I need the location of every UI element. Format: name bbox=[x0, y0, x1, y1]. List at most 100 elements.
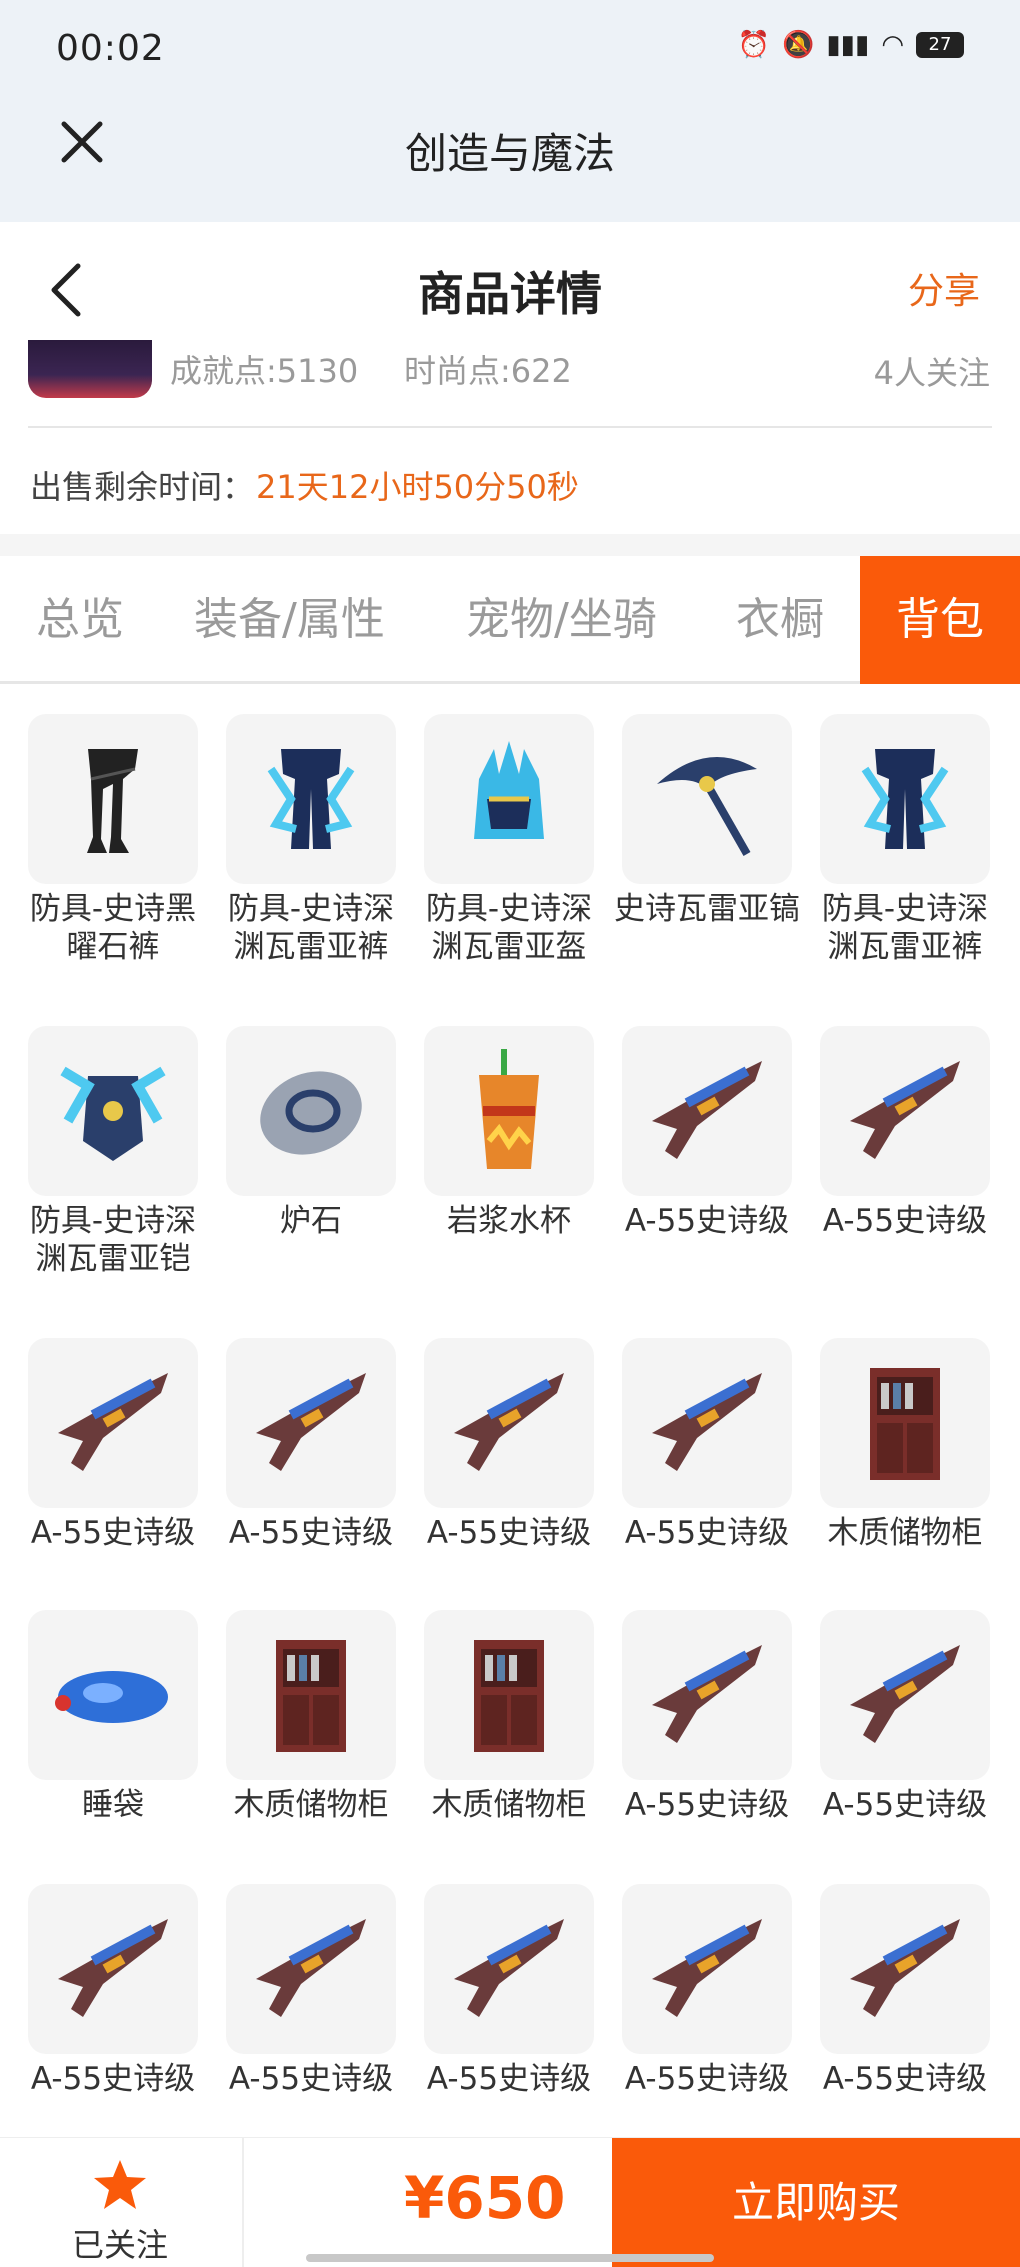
item-name: A-55史诗级 bbox=[624, 2061, 790, 2097]
buy-now-button[interactable]: 立即购买 bbox=[612, 2138, 1020, 2267]
item-thumbnail bbox=[226, 1884, 396, 2054]
item-thumbnail bbox=[424, 714, 594, 884]
item-thumbnail bbox=[820, 1338, 990, 1508]
item-name: A-55史诗级 bbox=[624, 1515, 790, 1551]
backpack-item[interactable]: A-55史诗级 bbox=[820, 1026, 990, 1240]
backpack-item[interactable]: 防具-史诗深渊瓦雷亚铠 bbox=[28, 1026, 198, 1278]
gun-icon bbox=[652, 1919, 762, 2017]
tab-backpack[interactable]: 背包 bbox=[860, 556, 1020, 684]
backpack-item[interactable]: 木质储物柜 bbox=[226, 1610, 396, 1824]
gun-icon bbox=[256, 1373, 366, 1471]
alarm-icon: ⏰ bbox=[737, 30, 770, 60]
backpack-item[interactable]: 防具-史诗深渊瓦雷亚盔 bbox=[424, 714, 594, 966]
divider bbox=[28, 426, 992, 428]
item-thumbnail bbox=[820, 1610, 990, 1780]
item-thumbnail bbox=[820, 714, 990, 884]
item-name: 防具-史诗深渊瓦雷亚裤 bbox=[227, 891, 395, 965]
status-time: 00:02 bbox=[56, 28, 165, 69]
item-thumbnail bbox=[622, 1610, 792, 1780]
mute-icon: 🔕 bbox=[782, 30, 815, 60]
backpack-item[interactable]: 炉石 bbox=[226, 1026, 396, 1240]
item-name: 防具-史诗深渊瓦雷亚盔 bbox=[425, 891, 593, 965]
backpack-item[interactable]: A-55史诗级 bbox=[622, 1026, 792, 1240]
gun-icon bbox=[58, 1919, 168, 2017]
follower-count: 4人关注 bbox=[873, 354, 990, 392]
armor-abyss-icon bbox=[60, 1066, 166, 1161]
share-button[interactable]: 分享 bbox=[908, 262, 980, 314]
backpack-item[interactable]: A-55史诗级 bbox=[424, 1338, 594, 1552]
item-name: A-55史诗级 bbox=[822, 1787, 988, 1823]
tab-pets-mounts[interactable]: 宠物/坐骑 bbox=[466, 556, 657, 684]
hearthstone-icon bbox=[260, 1071, 362, 1155]
backpack-item[interactable]: 岩浆水杯 bbox=[424, 1026, 594, 1240]
sleeping-bag-icon bbox=[55, 1671, 168, 1723]
tab-overview[interactable]: 总览 bbox=[36, 556, 124, 684]
backpack-item[interactable]: 史诗瓦雷亚镐 bbox=[614, 714, 800, 928]
item-thumbnail bbox=[226, 714, 396, 884]
status-icons: ⏰ 🔕 ▮▮▮ ◠ 27 bbox=[738, 30, 964, 60]
item-name: A-55史诗级 bbox=[30, 1515, 196, 1551]
follow-button[interactable]: 已关注 bbox=[60, 2158, 180, 2266]
tab-bar: 总览 装备/属性 宠物/坐骑 衣橱 背包 bbox=[0, 556, 1020, 684]
backpack-item[interactable]: A-55史诗级 bbox=[226, 1884, 396, 2098]
backpack-item[interactable]: A-55史诗级 bbox=[28, 1338, 198, 1552]
helmet-abyss-icon bbox=[474, 741, 544, 839]
item-thumbnail bbox=[622, 1338, 792, 1508]
item-name: A-55史诗级 bbox=[426, 2061, 592, 2097]
fashion-points: 时尚点:622 bbox=[404, 352, 572, 390]
signal-icon: ▮▮▮ bbox=[826, 30, 870, 60]
item-name: A-55史诗级 bbox=[228, 1515, 394, 1551]
page-header: 商品详情 分享 bbox=[0, 222, 1020, 350]
backpack-item[interactable]: A-55史诗级 bbox=[820, 1610, 990, 1824]
battery-icon: 27 bbox=[916, 32, 964, 58]
item-name: A-55史诗级 bbox=[822, 1203, 988, 1239]
price: ¥650 bbox=[404, 2164, 566, 2232]
divider bbox=[242, 2138, 244, 2267]
backpack-item[interactable]: A-55史诗级 bbox=[622, 1610, 792, 1824]
item-thumbnail bbox=[226, 1026, 396, 1196]
backpack-item[interactable]: A-55史诗级 bbox=[424, 1884, 594, 2098]
tab-wardrobe[interactable]: 衣橱 bbox=[736, 556, 824, 684]
pants-abyss-icon bbox=[267, 749, 355, 849]
item-name: A-55史诗级 bbox=[228, 2061, 394, 2097]
backpack-item[interactable]: 防具-史诗黑曜石裤 bbox=[28, 714, 198, 966]
item-name: 木质储物柜 bbox=[431, 1787, 587, 1823]
backpack-item[interactable]: 防具-史诗深渊瓦雷亚裤 bbox=[226, 714, 396, 966]
item-thumbnail bbox=[820, 1026, 990, 1196]
gun-icon bbox=[58, 1373, 168, 1471]
item-name: A-55史诗级 bbox=[624, 1203, 790, 1239]
follow-label: 已关注 bbox=[71, 2226, 168, 2264]
item-thumbnail bbox=[28, 1884, 198, 2054]
backpack-item[interactable]: 防具-史诗深渊瓦雷亚裤 bbox=[820, 714, 990, 966]
item-name: 木质储物柜 bbox=[827, 1515, 983, 1551]
item-name: 炉石 bbox=[280, 1203, 342, 1239]
backpack-item[interactable]: 木质储物柜 bbox=[424, 1610, 594, 1824]
item-name: 防具-史诗黑曜石裤 bbox=[29, 891, 197, 965]
item-thumbnail bbox=[820, 1884, 990, 2054]
item-thumbnail bbox=[28, 714, 198, 884]
backpack-item[interactable]: A-55史诗级 bbox=[226, 1338, 396, 1552]
home-indicator bbox=[306, 2254, 714, 2262]
gun-icon bbox=[850, 1919, 960, 2017]
backpack-item[interactable]: A-55史诗级 bbox=[622, 1338, 792, 1552]
item-thumbnail bbox=[622, 1884, 792, 2054]
item-thumbnail bbox=[622, 1026, 792, 1196]
item-thumbnail bbox=[28, 1026, 198, 1196]
backpack-item[interactable]: A-55史诗级 bbox=[622, 1884, 792, 2098]
item-thumbnail bbox=[424, 1884, 594, 2054]
gun-icon bbox=[850, 1645, 960, 1743]
tab-equipment[interactable]: 装备/属性 bbox=[194, 556, 385, 684]
pants-abyss-icon bbox=[861, 749, 949, 849]
backpack-item[interactable]: 睡袋 bbox=[28, 1610, 198, 1824]
gun-icon bbox=[652, 1373, 762, 1471]
item-thumbnail bbox=[424, 1026, 594, 1196]
backpack-item[interactable]: 木质储物柜 bbox=[820, 1338, 990, 1552]
item-thumbnail bbox=[226, 1338, 396, 1508]
item-thumbnail bbox=[226, 1610, 396, 1780]
item-name: 木质储物柜 bbox=[233, 1787, 389, 1823]
item-name: 睡袋 bbox=[82, 1787, 144, 1823]
backpack-item[interactable]: A-55史诗级 bbox=[28, 1884, 198, 2098]
cabinet-icon bbox=[474, 1640, 544, 1752]
backpack-item[interactable]: A-55史诗级 bbox=[820, 1884, 990, 2098]
item-thumbnail bbox=[28, 1610, 198, 1780]
